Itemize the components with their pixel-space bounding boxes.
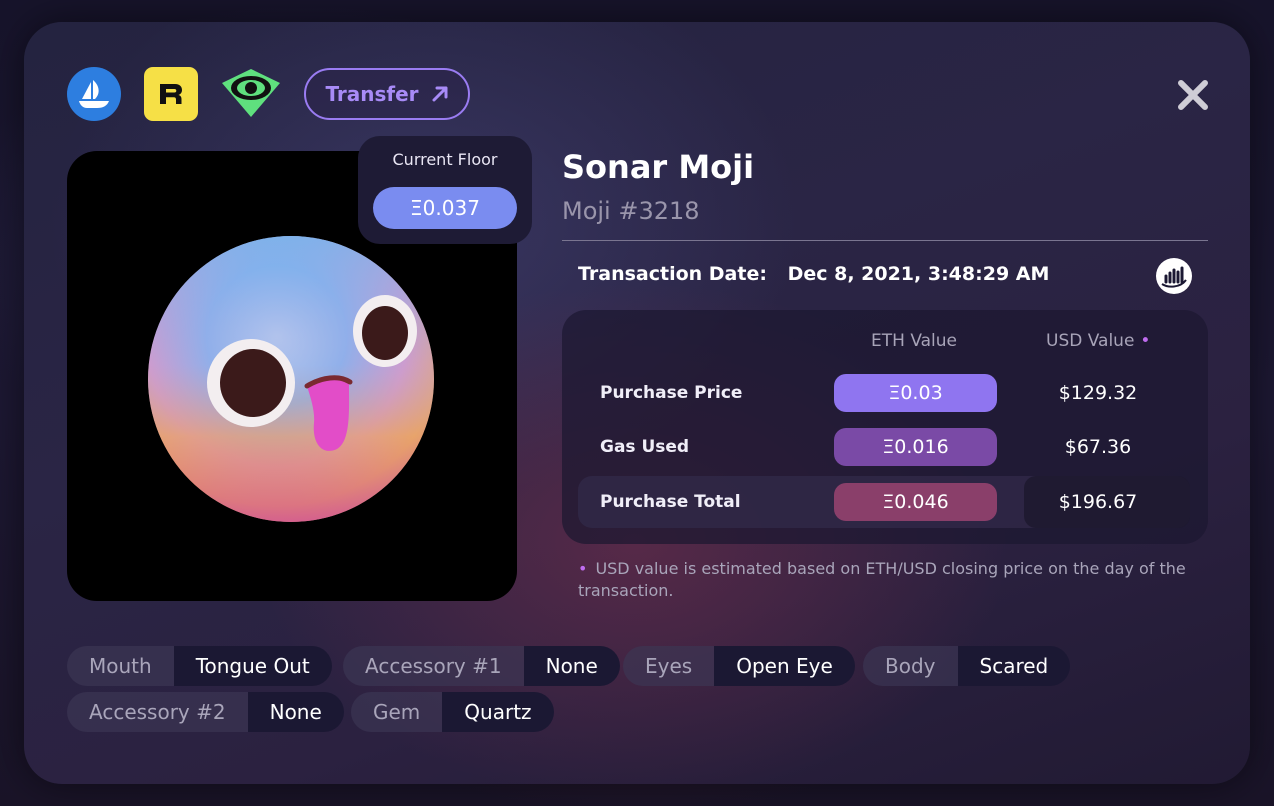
trait-key: Body: [863, 646, 958, 686]
eth-value-pill: Ξ0.046: [834, 483, 997, 521]
usd-value-header: USD Value •: [1046, 331, 1150, 351]
usd-value-header-label: USD Value: [1046, 331, 1135, 351]
divider: [562, 240, 1208, 241]
footnote-marker: •: [578, 559, 588, 578]
usd-value: $129.32: [1058, 382, 1138, 404]
usd-footnote: • USD value is estimated based on ETH/USD…: [578, 558, 1218, 602]
eth-value-header: ETH Value: [871, 331, 957, 351]
row-label: Gas Used: [600, 437, 690, 457]
table-row: Purchase Price Ξ0.03 $129.32: [578, 367, 1190, 419]
row-label: Purchase Price: [600, 383, 743, 403]
collection-title: Sonar Moji: [562, 148, 755, 186]
arrow-up-right-icon: [432, 86, 448, 102]
trait-key: Eyes: [623, 646, 715, 686]
close-icon[interactable]: [1176, 78, 1210, 112]
rarible-icon[interactable]: [144, 67, 198, 121]
trait-key: Mouth: [67, 646, 174, 686]
trait-chip: Gem Quartz: [351, 692, 554, 732]
trait-key: Accessory #1: [343, 646, 524, 686]
transfer-button[interactable]: Transfer: [304, 68, 470, 120]
transaction-date-label: Transaction Date:: [578, 263, 767, 285]
trait-value: Open Eye: [714, 646, 855, 686]
trait-chip: Body Scared: [863, 646, 1071, 686]
trait-chip: Accessory #1 None: [343, 646, 620, 686]
table-row: Gas Used Ξ0.016 $67.36: [578, 421, 1190, 473]
usd-value: $67.36: [1064, 436, 1132, 458]
usd-value-marker: •: [1140, 331, 1151, 351]
token-name: Moji #3218: [562, 197, 700, 225]
transaction-date-value: Dec 8, 2021, 3:48:29 AM: [787, 263, 1050, 285]
trait-chip: Accessory #2 None: [67, 692, 344, 732]
trait-value: None: [247, 692, 344, 732]
trait-value: None: [523, 646, 620, 686]
trait-value: Scared: [957, 646, 1071, 686]
row-label: Purchase Total: [600, 492, 741, 512]
current-floor-value: Ξ0.037: [373, 187, 517, 229]
trait-chip: Mouth Tongue Out: [67, 646, 332, 686]
trait-key: Accessory #2: [67, 692, 248, 732]
trait-key: Gem: [351, 692, 443, 732]
current-floor-card: Current Floor Ξ0.037: [358, 136, 532, 244]
purchase-table: ETH Value USD Value • Purchase Price Ξ0.0…: [562, 310, 1208, 544]
eth-value-pill: Ξ0.03: [834, 374, 997, 412]
price-chart-icon[interactable]: [1156, 258, 1192, 294]
trait-value: Tongue Out: [173, 646, 332, 686]
footnote-text: USD value is estimated based on ETH/USD …: [578, 559, 1186, 600]
current-floor-label: Current Floor: [392, 150, 498, 169]
table-row-total: Purchase Total Ξ0.046 $196.67: [578, 476, 1190, 528]
trait-chip: Eyes Open Eye: [623, 646, 855, 686]
trait-value: Quartz: [442, 692, 554, 732]
transfer-label: Transfer: [325, 82, 419, 106]
transaction-date-row: Transaction Date: Dec 8, 2021, 3:48:29 A…: [578, 263, 1049, 285]
eth-value-pill: Ξ0.016: [834, 428, 997, 466]
opensea-icon[interactable]: [67, 67, 121, 121]
eye-icon[interactable]: [220, 67, 282, 119]
usd-value: $196.67: [1058, 491, 1138, 513]
